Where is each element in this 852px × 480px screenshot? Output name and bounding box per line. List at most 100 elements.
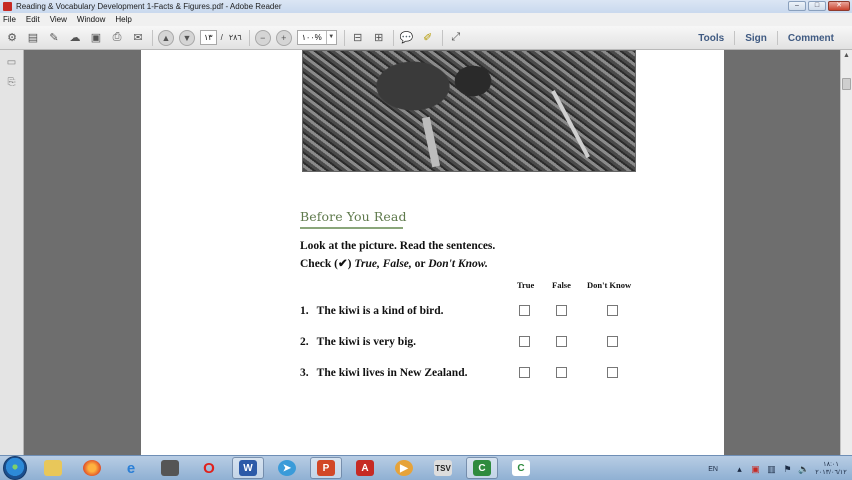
checkbox-q3-dont-know[interactable]	[607, 367, 618, 378]
toolbar-separator	[392, 29, 394, 46]
word-icon: W	[239, 460, 257, 476]
open-icon[interactable]: ⚙	[4, 30, 20, 46]
question-text: The kiwi is very big.	[316, 336, 417, 348]
checkbox-q3-false[interactable]	[556, 367, 567, 378]
taskbar-explorer[interactable]	[37, 457, 69, 479]
checkbox-q2-true[interactable]	[519, 336, 530, 347]
zoom-out-icon[interactable]: −	[254, 29, 271, 46]
create-pdf-icon[interactable]: ▤	[25, 30, 41, 46]
fit-page-icon[interactable]: ⊟	[350, 30, 366, 46]
toolbar: ⚙ ▤ ✎ ☁ ▣ ⎙ ✉ ▲ ▼ ١٣ / ٢٨٦ − + ١٠٠% ▼ ⊟ …	[0, 26, 852, 50]
checkbox-q1-dont-know[interactable]	[607, 305, 618, 316]
taskbar-powerpoint[interactable]: P	[310, 457, 342, 479]
adobe-tray-icon[interactable]: ▣	[750, 464, 761, 475]
section-title: Before You Read	[300, 209, 407, 224]
checkbox-q3-true[interactable]	[519, 367, 530, 378]
menu-view[interactable]: View	[50, 15, 67, 24]
taskbar-telegram[interactable]: ➤	[271, 457, 303, 479]
taskbar-word[interactable]: W	[232, 457, 264, 479]
question-number: 3.	[300, 367, 309, 379]
scroll-up-icon[interactable]: ▲	[841, 50, 852, 61]
network-icon[interactable]: ▥	[766, 464, 777, 475]
checkbox-q1-false[interactable]	[556, 305, 567, 316]
menu-edit[interactable]: Edit	[26, 15, 40, 24]
minimize-button[interactable]: –	[788, 1, 806, 11]
menu-help[interactable]: Help	[115, 15, 131, 24]
clock[interactable]: ١٨:٠١ ٢٠١٣/٠٦/١٢	[814, 461, 848, 477]
email-icon[interactable]: ✉	[130, 30, 146, 46]
edit-icon[interactable]: ✎	[46, 30, 62, 46]
system-tray: EN ▴ ▣ ▥ ⚑ 🔈 ١٨:٠١ ٢٠١٣/٠٦/١٢	[708, 458, 848, 480]
language-indicator[interactable]: EN	[708, 466, 718, 473]
camtasia-icon: C	[473, 460, 491, 476]
zoom-select[interactable]: ١٠٠% ▼	[296, 30, 337, 45]
taskbar-tsv[interactable]: TSV	[427, 457, 459, 479]
comment-bubble-icon[interactable]: 💬	[399, 30, 415, 46]
taskbar-camtasia-recorder[interactable]: C	[505, 457, 537, 479]
instruction-line-1: Look at the picture. Read the sentences.	[300, 240, 496, 252]
vertical-scrollbar[interactable]: ▲	[840, 50, 852, 455]
previous-page-icon[interactable]: ▲	[158, 29, 174, 46]
sign-button[interactable]: Sign	[735, 33, 777, 44]
taskbar-media-player[interactable]: ▶	[388, 457, 420, 479]
page-thumbnails-icon[interactable]: ▭	[6, 56, 18, 68]
clock-date: ٢٠١٣/٠٦/١٢	[815, 469, 847, 476]
menu-bar: File Edit View Window Help	[0, 13, 852, 26]
pdf-page: Before You Read Look at the picture. Rea…	[141, 50, 724, 455]
question-number: 1.	[300, 305, 309, 317]
volume-icon[interactable]: 🔈	[798, 464, 809, 475]
page-separator: /	[220, 33, 223, 42]
option-true: True,	[354, 258, 380, 270]
option-false: False,	[382, 258, 412, 270]
firefox-icon	[83, 460, 101, 476]
question-text: The kiwi lives in New Zealand.	[316, 367, 468, 379]
checkbox-q1-true[interactable]	[519, 305, 530, 316]
toolbar-separator	[343, 29, 345, 46]
flag-icon[interactable]: ⚑	[782, 464, 793, 475]
opera-icon: O	[203, 459, 215, 477]
adobe-reader-icon	[3, 2, 12, 11]
zoom-in-icon[interactable]: +	[275, 29, 292, 46]
clock-time: ١٨:٠١	[823, 461, 839, 468]
highlight-icon[interactable]: ✐	[420, 30, 436, 46]
toolbar-separator	[441, 29, 443, 46]
taskbar-adobe-reader[interactable]: A	[349, 457, 381, 479]
kiwi-beak	[551, 90, 590, 159]
toolbar-separator	[152, 29, 153, 46]
taskbar-firefox[interactable]	[76, 457, 108, 479]
telegram-icon: ➤	[278, 460, 296, 476]
instruction-or: or	[411, 258, 429, 270]
maximize-button[interactable]: □	[808, 1, 826, 11]
column-header-false: False	[552, 280, 571, 290]
instruction-line-2: Check (✔) True, False, or Don't Know.	[300, 256, 488, 270]
taskbar-opera[interactable]: O	[193, 457, 225, 479]
document-viewport[interactable]: Before You Read Look at the picture. Rea…	[25, 50, 840, 455]
page-total: ٢٨٦	[228, 33, 242, 42]
taskbar-ie[interactable]: e	[115, 457, 147, 479]
cloud-icon[interactable]: ☁	[67, 30, 83, 46]
expand-icon[interactable]: ⤢	[448, 30, 464, 46]
print-icon[interactable]: ⎙	[109, 30, 125, 46]
taskbar-scanner[interactable]	[154, 457, 186, 479]
kiwi-leg	[421, 116, 441, 168]
save-icon[interactable]: ▣	[88, 30, 104, 46]
checkbox-q2-dont-know[interactable]	[607, 336, 618, 347]
tools-button[interactable]: Tools	[688, 33, 734, 44]
attachments-icon[interactable]: ⎘	[6, 76, 18, 88]
start-button[interactable]	[3, 456, 27, 480]
comment-button[interactable]: Comment	[778, 33, 844, 44]
chevron-down-icon[interactable]: ▼	[325, 31, 336, 44]
taskbar-camtasia[interactable]: C	[466, 457, 498, 479]
instruction-prefix: Check (	[300, 258, 339, 270]
play-icon: ▶	[395, 460, 413, 476]
scrollbar-thumb[interactable]	[842, 78, 851, 90]
show-hidden-icons-icon[interactable]: ▴	[734, 464, 745, 475]
next-page-icon[interactable]: ▼	[179, 29, 195, 46]
fit-width-icon[interactable]: ⊞	[371, 30, 387, 46]
page-number-input[interactable]: ١٣	[200, 30, 217, 45]
checkbox-q2-false[interactable]	[556, 336, 567, 347]
close-button[interactable]: ✕	[828, 1, 850, 11]
menu-window[interactable]: Window	[77, 15, 105, 24]
menu-file[interactable]: File	[3, 15, 16, 24]
kiwi-bird-photo	[302, 50, 636, 172]
